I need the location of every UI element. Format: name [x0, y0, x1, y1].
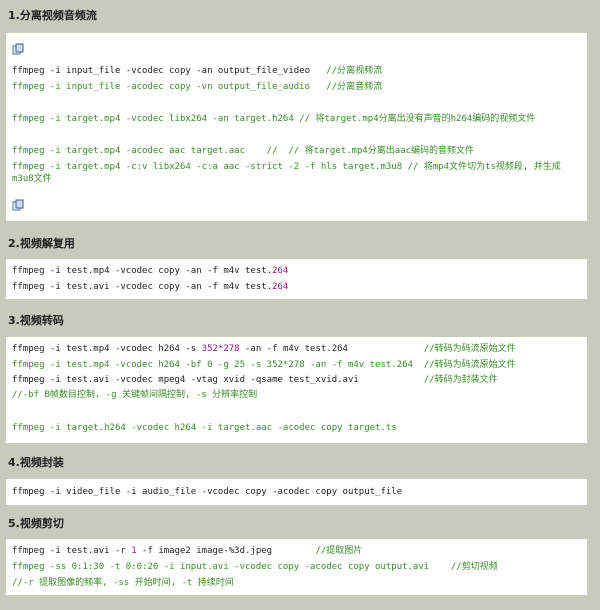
copy-icon[interactable] — [12, 43, 24, 55]
section-title-4: 4.视频封装 — [8, 456, 64, 469]
code-line: ffmpeg -i input_file -vcodec copy -an ou… — [12, 66, 383, 76]
code-line: ffmpeg -i target.h264 -vcodec h264 -i ta… — [12, 423, 397, 433]
code-line: ffmpeg -i test.mp4 -vcodec h264 -s 352*2… — [12, 344, 516, 354]
code-line: ffmpeg -i target.mp4 -acodec aac target.… — [12, 146, 475, 156]
code-line: //-r 提取图像的频率, -ss 开始时间, -t 持续时间 — [12, 578, 234, 588]
code-line: ffmpeg -ss 0:1:30 -t 0:0:20 -i input.avi… — [12, 562, 498, 572]
code-line: ffmpeg -i video_file -i audio_file -vcod… — [12, 487, 403, 497]
section-title-3: 3.视频转码 — [8, 314, 64, 327]
code-line: ffmpeg -i target.mp4 -c:v libx264 -c:a a… — [12, 162, 561, 184]
code-line: ffmpeg -i test.avi -vcodec copy -an -f m… — [12, 282, 289, 292]
code-line: ffmpeg -i test.mp4 -vcodec copy -an -f m… — [12, 266, 289, 276]
section-title-5: 5.视频剪切 — [8, 517, 64, 530]
code-block-2: ffmpeg -i test.mp4 -vcodec copy -an -f m… — [6, 259, 587, 299]
section-title-1: 1.分离视频音频流 — [8, 9, 97, 22]
copy-icon[interactable] — [12, 199, 24, 211]
code-line: ffmpeg -i test.avi -vcodec mpeg4 -vtag x… — [12, 375, 498, 385]
code-block-4: ffmpeg -i video_file -i audio_file -vcod… — [6, 479, 587, 505]
section-title-2: 2.视频解复用 — [8, 237, 75, 250]
code-block-1: ffmpeg -i input_file -vcodec copy -an ou… — [6, 33, 587, 221]
code-line: ffmpeg -i test.mp4 -vcodec h264 -bf 0 -g… — [12, 360, 516, 370]
code-line: ffmpeg -i test.avi -r 1 -f image2 image-… — [12, 546, 363, 556]
code-line: ffmpeg -i target.mp4 -vcodec libx264 -an… — [12, 114, 536, 124]
code-block-5: ffmpeg -i test.avi -r 1 -f image2 image-… — [6, 539, 587, 595]
code-line: //-bf B帧数目控制, -g 关键帧间隔控制, -s 分辨率控制 — [12, 390, 258, 400]
code-line: ffmpeg -i input_file -acodec copy -vn ou… — [12, 82, 383, 92]
code-block-3: ffmpeg -i test.mp4 -vcodec h264 -s 352*2… — [6, 337, 587, 443]
